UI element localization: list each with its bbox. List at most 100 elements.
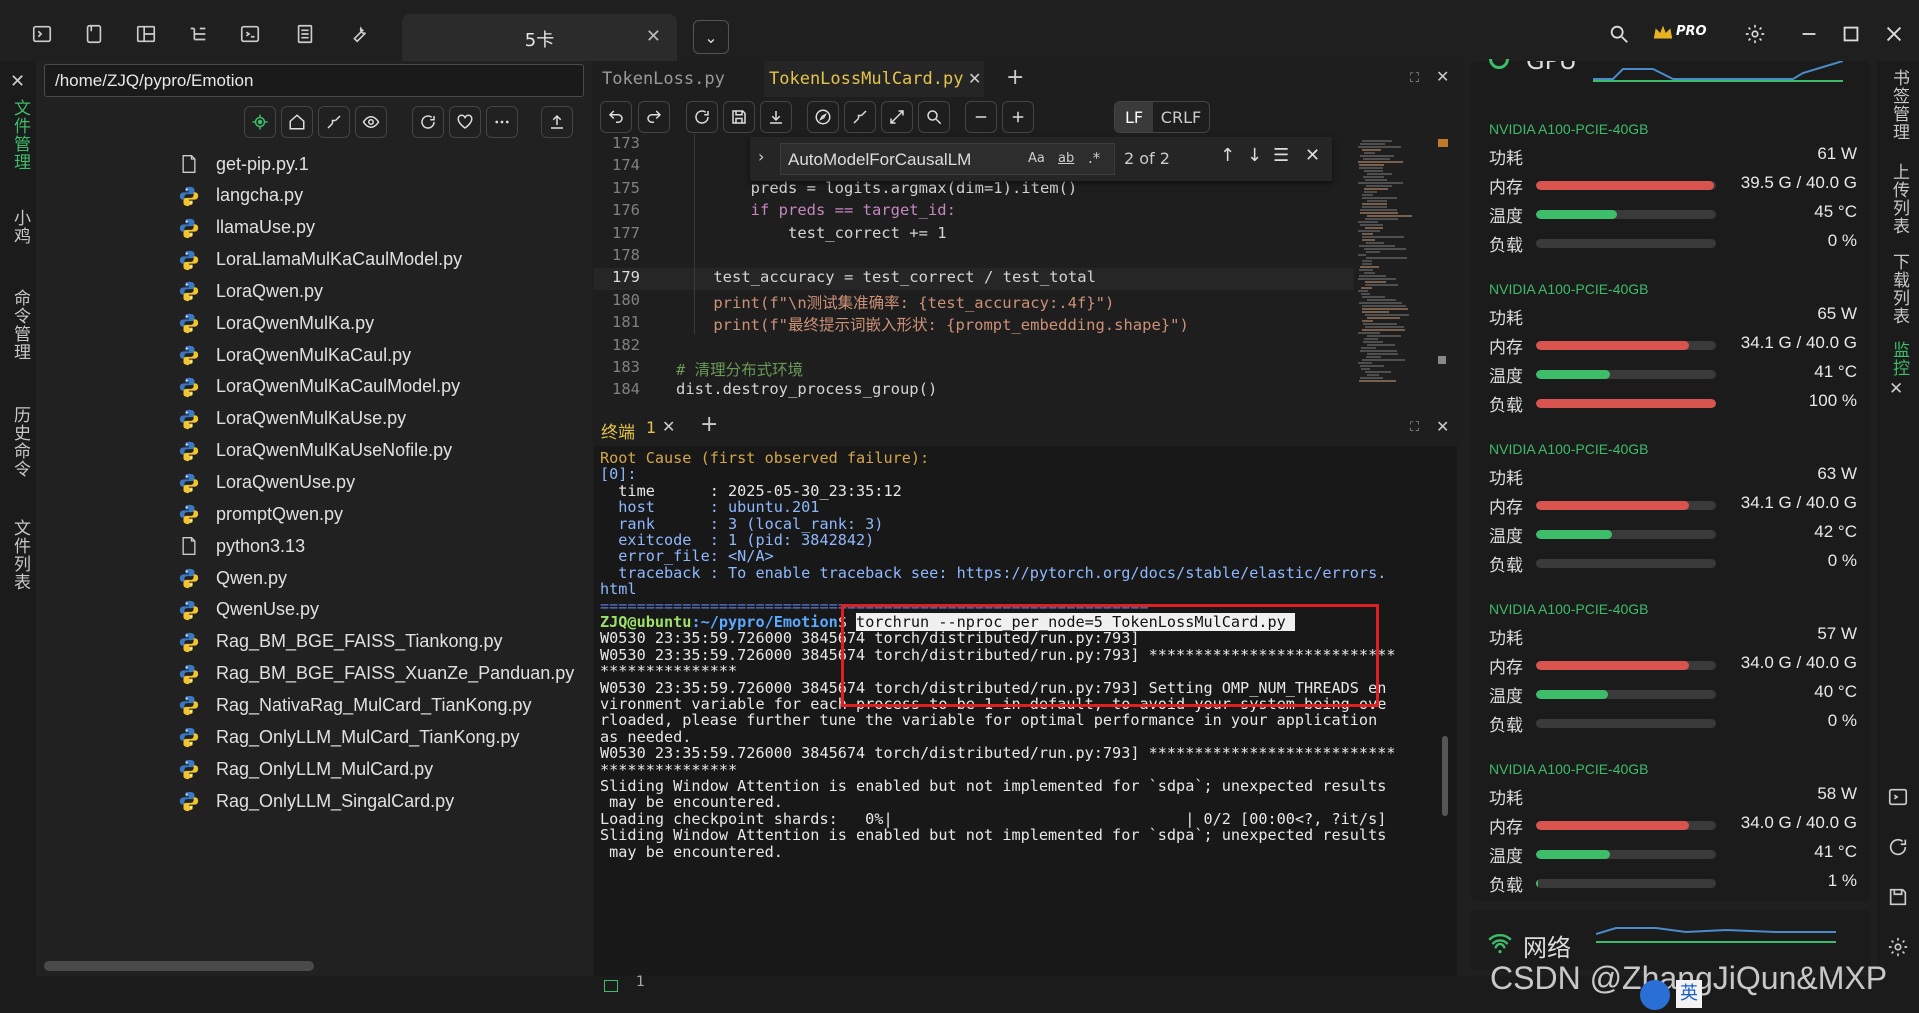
minimize-icon[interactable] bbox=[1795, 20, 1823, 48]
close-terminal-tab-icon[interactable]: ✕ bbox=[662, 417, 675, 436]
sidebar-item-bookmarks[interactable]: 书签管理 bbox=[1887, 69, 1912, 141]
add-tab-icon[interactable]: + bbox=[1006, 65, 1024, 90]
chevron-right-icon[interactable]: › bbox=[758, 147, 764, 166]
list-item[interactable]: LoraQwenMulKaUseNofile.py bbox=[178, 436, 452, 466]
chevron-down-icon[interactable]: ⌄ bbox=[693, 20, 729, 54]
close-icon[interactable]: ✕ bbox=[646, 26, 661, 47]
expand-icon[interactable]: ⛶ bbox=[1410, 71, 1419, 86]
sidebar-item-xiaoji[interactable]: 小鸡 bbox=[8, 209, 33, 245]
shrink-icon[interactable] bbox=[844, 101, 876, 133]
save-small-icon[interactable] bbox=[1887, 886, 1909, 908]
regex-button[interactable]: .* bbox=[1088, 149, 1100, 167]
find-input[interactable]: AutoModelForCausalLM Aa ab .* bbox=[780, 143, 1115, 175]
console-icon[interactable] bbox=[236, 20, 264, 48]
compass-icon[interactable] bbox=[807, 101, 839, 133]
sidebar-item-monitor[interactable]: 监控 bbox=[1887, 341, 1912, 377]
settings-small-icon[interactable] bbox=[1887, 936, 1909, 958]
list-item[interactable]: LoraQwenMulKaCaul.py bbox=[178, 340, 411, 370]
list-item[interactable]: promptQwen.py bbox=[178, 499, 343, 529]
file-icon[interactable] bbox=[80, 20, 108, 48]
match-case-button[interactable]: Aa bbox=[1028, 151, 1045, 166]
undo-icon[interactable] bbox=[600, 101, 632, 133]
lf-option[interactable]: LF bbox=[1115, 102, 1153, 132]
heart-icon[interactable] bbox=[449, 106, 481, 138]
list-item[interactable]: langcha.py bbox=[178, 181, 303, 211]
expand-terminal-icon[interactable]: ⛶ bbox=[1410, 420, 1419, 435]
find-icon[interactable] bbox=[918, 101, 950, 133]
sidebar-item-downloads[interactable]: 下载列表 bbox=[1887, 253, 1912, 325]
close-tab-icon[interactable]: ✕ bbox=[968, 69, 981, 88]
list-item[interactable]: LoraQwenMulKa.py bbox=[178, 308, 374, 338]
document-icon[interactable] bbox=[291, 20, 319, 48]
refresh-small-icon[interactable] bbox=[1887, 836, 1909, 858]
list-item[interactable]: Rag_OnlyLLM_SingalCard.py bbox=[178, 786, 454, 816]
list-item[interactable]: LoraQwen.py bbox=[178, 276, 323, 306]
upload-icon[interactable] bbox=[541, 106, 573, 138]
eye-icon[interactable] bbox=[355, 106, 387, 138]
list-item[interactable]: llamaUse.py bbox=[178, 213, 315, 243]
save-icon[interactable] bbox=[723, 101, 755, 133]
locate-icon[interactable] bbox=[244, 106, 276, 138]
sidebar-item-command-manager[interactable]: 命令管理 bbox=[8, 289, 33, 361]
list-item[interactable]: LoraQwenMulKaCaulModel.py bbox=[178, 372, 460, 402]
sidebar-item-file-list[interactable]: 文件列表 bbox=[8, 519, 33, 591]
zoom-out-icon[interactable] bbox=[965, 101, 997, 133]
close-panel-icon[interactable]: ✕ bbox=[10, 71, 25, 92]
list-item[interactable]: Qwen.py bbox=[178, 563, 287, 593]
gear-icon[interactable] bbox=[1741, 20, 1769, 48]
minimap[interactable] bbox=[1356, 139, 1416, 389]
line-ending-toggle[interactable]: LF CRLF bbox=[1114, 101, 1210, 133]
sidebar-item-history[interactable]: 历史命令 bbox=[8, 406, 33, 478]
close-find-icon[interactable]: ✕ bbox=[1305, 145, 1320, 166]
list-item[interactable]: get-pip.py.1 bbox=[178, 149, 309, 179]
window-close-icon[interactable] bbox=[1880, 20, 1908, 48]
layout-icon[interactable] bbox=[132, 20, 160, 48]
horizontal-scrollbar[interactable] bbox=[44, 961, 314, 971]
list-item[interactable]: Rag_BM_BGE_FAISS_Tiankong.py bbox=[178, 627, 503, 657]
tab-tokenlossmulcard[interactable]: TokenLossMulCard.py bbox=[769, 69, 963, 89]
refresh-icon[interactable] bbox=[412, 106, 444, 138]
list-item[interactable]: QwenUse.py bbox=[178, 595, 319, 625]
minimap-thumb[interactable] bbox=[1438, 356, 1446, 364]
list-item[interactable]: LoraQwenUse.py bbox=[178, 468, 355, 498]
ime-logo-icon[interactable] bbox=[1640, 980, 1670, 1010]
home-icon[interactable] bbox=[281, 106, 313, 138]
terminal-icon[interactable] bbox=[28, 20, 56, 48]
close-monitor-icon[interactable]: ✕ bbox=[1889, 379, 1903, 399]
list-item[interactable]: python3.13 bbox=[178, 531, 305, 561]
close-terminal-icon[interactable]: ✕ bbox=[1436, 417, 1449, 436]
sidebar-item-file-manager[interactable]: 文件管理 bbox=[8, 99, 33, 171]
whole-word-button[interactable]: ab bbox=[1058, 151, 1074, 166]
add-terminal-icon[interactable]: + bbox=[700, 412, 718, 437]
arrow-up-icon[interactable]: ↑ bbox=[1220, 145, 1235, 166]
search-icon[interactable] bbox=[1605, 20, 1633, 48]
terminal-scrollbar[interactable] bbox=[1442, 736, 1448, 816]
terminal-output[interactable]: Root Cause (first observed failure): [0]:… bbox=[594, 446, 1457, 976]
tab-tokenloss[interactable]: TokenLoss.py bbox=[602, 69, 725, 89]
redo-icon[interactable] bbox=[638, 101, 670, 133]
list-item[interactable]: Rag_OnlyLLM_MulCard_TianKong.py bbox=[178, 722, 520, 752]
console-small-icon[interactable] bbox=[1887, 786, 1909, 808]
list-item[interactable]: Rag_BM_BGE_FAISS_XuanZe_Panduan.py bbox=[178, 659, 574, 689]
sidebar-item-uploads[interactable]: 上传列表 bbox=[1887, 163, 1912, 235]
tree-icon[interactable] bbox=[184, 20, 212, 48]
close-editor-icon[interactable]: ✕ bbox=[1436, 67, 1449, 86]
path-input[interactable]: /home/ZJQ/pypro/Emotion bbox=[44, 64, 584, 97]
crlf-option[interactable]: CRLF bbox=[1153, 102, 1209, 132]
collapse-icon[interactable] bbox=[318, 106, 350, 138]
reload-icon[interactable] bbox=[686, 101, 718, 133]
tab-terminal[interactable]: 终端 bbox=[601, 418, 635, 443]
arrow-down-icon[interactable]: ↓ bbox=[1247, 145, 1262, 166]
fullscreen-icon[interactable] bbox=[881, 101, 913, 133]
maximize-icon[interactable] bbox=[1837, 20, 1865, 48]
selection-icon[interactable]: ☰ bbox=[1273, 145, 1289, 166]
list-item[interactable]: Rag_NativaRag_MulCard_TianKong.py bbox=[178, 690, 532, 720]
list-item[interactable]: Rag_OnlyLLM_MulCard.py bbox=[178, 754, 433, 784]
more-icon[interactable] bbox=[486, 106, 518, 138]
download-icon[interactable] bbox=[760, 101, 792, 133]
pro-badge[interactable]: PRO bbox=[1652, 20, 1720, 46]
ime-lang[interactable]: 英 bbox=[1676, 980, 1702, 1008]
zoom-in-icon[interactable] bbox=[1002, 101, 1034, 133]
session-tab[interactable]: 5卡 ✕ bbox=[402, 14, 677, 61]
list-item[interactable]: LoraLlamaMulKaCaulModel.py bbox=[178, 245, 462, 275]
